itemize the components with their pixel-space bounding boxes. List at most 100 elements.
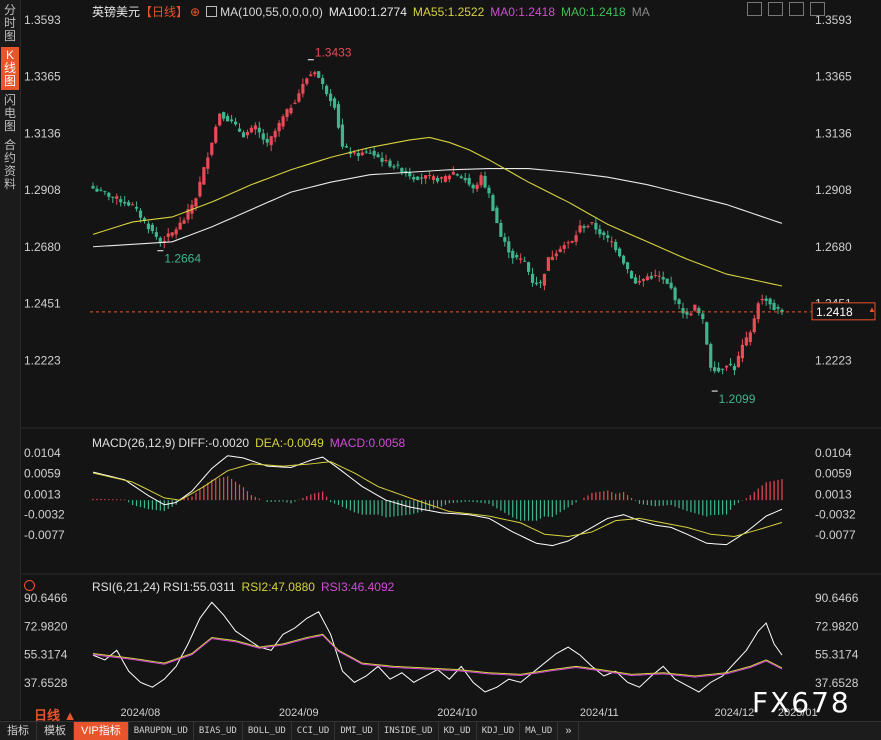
candle-body [182, 220, 186, 224]
indicator-ma[interactable]: MA_UD [520, 722, 559, 740]
rsi-settings-icon[interactable] [24, 580, 35, 591]
indicator-dmi[interactable]: DMI_UD [335, 722, 379, 740]
candle-body [325, 85, 329, 95]
indicator-inside[interactable]: INSIDE_UD [379, 722, 439, 740]
price-left-tick-0: 1.3593 [24, 13, 61, 27]
add-indicator-icon[interactable]: ⊕ [190, 5, 200, 19]
macd-dea-value: DEA:-0.0049 [255, 436, 324, 450]
candle-body [649, 275, 653, 279]
candle-body [297, 93, 301, 102]
candle-body [344, 146, 349, 148]
candle-body [526, 262, 531, 272]
candle-body [119, 199, 123, 203]
indicator-kdj[interactable]: KDJ_UD [477, 722, 521, 740]
template-menu-button[interactable]: 模板 [37, 722, 74, 740]
candle-body [622, 255, 626, 264]
draw-tool-icon[interactable] [747, 2, 762, 16]
candle-body [657, 275, 661, 277]
indicator-bias[interactable]: BIAS_UD [194, 722, 243, 740]
indicator-kd[interactable]: KD_UD [439, 722, 477, 740]
price-right-tick-6: 1.2223 [815, 353, 852, 367]
candle-body [146, 223, 151, 230]
price-left-tick-4: 1.2680 [24, 240, 61, 254]
indicator-barupdn[interactable]: BARUPDN_UD [129, 722, 194, 740]
candle-body [253, 125, 257, 130]
indicator-menu-button[interactable]: 指标 [0, 722, 37, 740]
candle-body [293, 102, 297, 104]
candle-body [435, 177, 440, 182]
candle-body [356, 152, 360, 157]
candles-group [91, 70, 784, 376]
more-indicators-button[interactable]: » [558, 722, 580, 740]
candle-body [736, 355, 741, 368]
layout-icon[interactable] [768, 2, 783, 16]
price-right-tick-3: 1.2908 [815, 183, 852, 197]
candle-body [313, 72, 317, 75]
candle-body [103, 191, 107, 193]
candle-body [127, 202, 131, 206]
indicator-cci[interactable]: CCI_UD [292, 722, 336, 740]
candle-body [416, 176, 420, 180]
close-window-icon[interactable] [810, 2, 825, 16]
candle-body [273, 130, 277, 138]
rsi-right-tick-1: 72.9820 [815, 619, 859, 633]
tab-flash-chart[interactable]: 闪电图 [1, 92, 19, 135]
ma-params: MA(100,55,0,0,0,0) [220, 5, 323, 19]
period-tag: 【日线】 [140, 5, 189, 19]
macd-left-tick-0: 0.0104 [24, 446, 61, 460]
x-tick-4: 2024/12 [714, 707, 754, 719]
candle-body [530, 273, 535, 283]
annotation-label-0: 1.3433 [315, 46, 352, 60]
indicator-boll[interactable]: BOLL_UD [243, 722, 292, 740]
macd-right-tick-2: 0.0013 [815, 487, 852, 501]
candle-body [558, 248, 562, 252]
indicator-bar: 指标 模板 VIP指标 BARUPDN_UD BIAS_UD BOLL_UD C… [0, 721, 881, 740]
ma-settings-icon[interactable] [206, 6, 218, 17]
candle-body [281, 116, 285, 127]
tab-intraday-chart[interactable]: 分时图 [1, 2, 19, 45]
price-left-tick-6: 1.2223 [24, 353, 61, 367]
annotation-label-2: 1.2099 [719, 392, 756, 406]
candle-body [523, 260, 527, 262]
candle-body [352, 152, 356, 154]
candle-body [233, 121, 238, 125]
candle-body [229, 119, 234, 122]
candle-body [392, 166, 396, 168]
candle-body [400, 168, 404, 173]
candle-body [550, 256, 554, 261]
add-window-icon[interactable] [789, 2, 804, 16]
candle-body [412, 176, 416, 180]
tab-contract-info[interactable]: 合约资料 [1, 137, 19, 193]
candle-body [701, 313, 705, 320]
watermark-logo: FX678 [752, 686, 851, 719]
macd-diff-value: DIFF:-0.0020 [178, 436, 250, 450]
candle-body [115, 196, 119, 199]
candle-body [384, 159, 388, 161]
candle-body [170, 232, 174, 236]
candle-body [261, 133, 265, 140]
candle-body [677, 299, 681, 305]
candle-body [728, 363, 733, 366]
candle-body [222, 112, 226, 119]
vip-indicator-button[interactable]: VIP指标 [74, 722, 129, 740]
ma0-value-b: MA0:1.2418 [561, 5, 626, 19]
candle-body [776, 306, 780, 309]
candle-body [740, 344, 745, 359]
candle-body [206, 157, 210, 169]
tab-kline-chart[interactable]: K线图 [1, 47, 19, 90]
candle-body [721, 368, 725, 370]
rsi-left-tick-1: 72.9820 [24, 619, 68, 633]
candle-body [582, 226, 586, 228]
candle-body [245, 131, 250, 136]
macd-right-tick-4: -0.0077 [815, 528, 856, 542]
candle-body [396, 164, 400, 166]
price-right-tick-1: 1.3365 [815, 70, 852, 84]
price-left-tick-3: 1.2908 [24, 183, 61, 197]
candle-body [495, 207, 499, 224]
candle-body [269, 136, 273, 146]
chart-canvas[interactable]: 1.3593 1.35931.3365 1.33651.3136 1.31361.29… [20, 0, 881, 720]
candle-body [689, 313, 693, 316]
candle-body [332, 98, 337, 108]
candle-body [467, 177, 471, 185]
candle-body [499, 223, 503, 237]
